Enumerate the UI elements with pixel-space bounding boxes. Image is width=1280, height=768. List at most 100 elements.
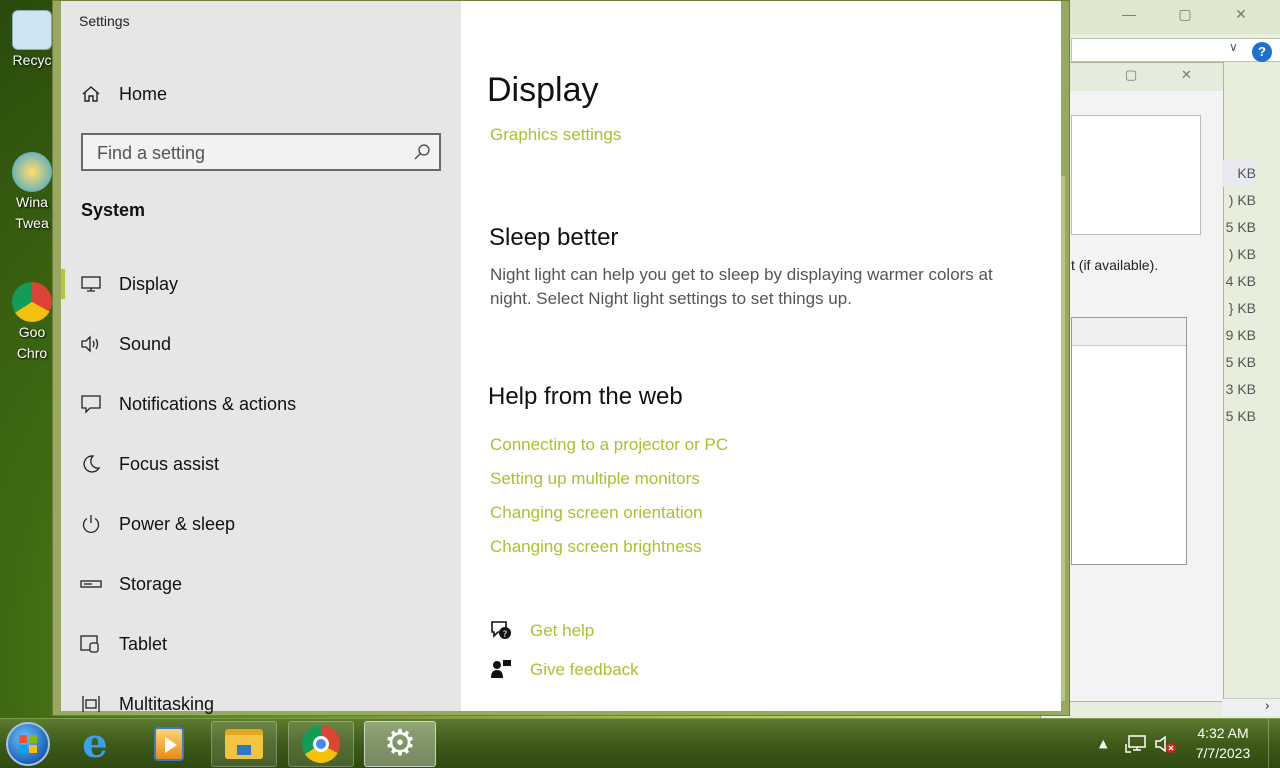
file-size: 5 KB <box>1225 219 1256 235</box>
chrome-icon <box>12 282 52 322</box>
file-size: 3 KB <box>1225 381 1256 397</box>
nav-item-label: Tablet <box>119 633 168 654</box>
give-feedback-link[interactable]: Give feedback <box>530 660 639 680</box>
desktop-icon-label: Recyc <box>12 52 52 68</box>
desktop-icon-label: Wina Twea <box>15 194 49 231</box>
volume-muted-icon[interactable] <box>1154 734 1178 754</box>
sleep-better-text: Night light can help you get to sleep by… <box>490 265 993 308</box>
help-link-projector[interactable]: Connecting to a projector or PC <box>490 435 728 455</box>
section-heading: System <box>81 200 146 220</box>
nav-item-label: Multitasking <box>119 693 215 714</box>
settings-gear-icon: ⚙ <box>383 723 417 764</box>
file-explorer-icon <box>225 729 263 759</box>
file-size: ) KB <box>1228 246 1256 262</box>
nav-home-label: Home <box>119 83 168 104</box>
get-help-icon: ? <box>491 621 511 640</box>
show-desktop-button[interactable] <box>1268 719 1280 768</box>
system-clock[interactable]: 4:32 AM 7/7/2023 <box>1186 723 1260 763</box>
nav-home[interactable]: Home <box>61 71 461 117</box>
help-from-web-heading: Help from the web <box>488 383 683 410</box>
taskbar-chrome[interactable] <box>288 721 354 767</box>
graphics-settings-link[interactable]: Graphics settings <box>490 125 621 145</box>
media-player-icon <box>154 727 184 761</box>
nav-item-label: Sound <box>119 333 172 354</box>
multitasking-icon <box>61 694 121 714</box>
nav-item-power-sleep[interactable]: Power & sleep <box>61 501 461 547</box>
maximize-icon[interactable]: ▢ <box>1165 6 1205 26</box>
settings-content: Display Graphics settings Sleep better N… <box>461 1 1061 711</box>
taskbar-media-player[interactable] <box>136 721 202 767</box>
file-size: KB <box>1222 160 1256 187</box>
nav-item-focus-assist[interactable]: Focus assist <box>61 441 461 487</box>
taskbar-file-explorer[interactable] <box>211 721 277 767</box>
chrome-icon <box>302 725 340 763</box>
nav-item-label: Notifications & actions <box>119 393 297 414</box>
nav-item-display[interactable]: Display <box>61 261 461 307</box>
maximize-icon[interactable]: ▢ <box>1125 67 1137 83</box>
nav-item-storage[interactable]: Storage <box>61 561 461 607</box>
help-link-screen-orientation[interactable]: Changing screen orientation <box>490 503 703 523</box>
help-link-screen-brightness[interactable]: Changing screen brightness <box>490 537 702 557</box>
chevron-right-icon[interactable]: › <box>1265 699 1270 714</box>
dialog-list <box>1071 317 1187 565</box>
taskbar-settings[interactable]: ⚙ <box>364 721 436 767</box>
show-hidden-icons-icon[interactable]: ▲ <box>1099 737 1107 750</box>
chevron-down-icon[interactable]: ∨ <box>1229 40 1238 54</box>
file-size: 5 KB <box>1225 354 1256 370</box>
get-help-link[interactable]: Get help <box>530 621 594 641</box>
desktop-icon-winaero-tweaker[interactable]: Wina Twea <box>6 152 58 234</box>
storage-icon <box>61 578 121 590</box>
nav-item-tablet[interactable]: Tablet <box>61 621 461 667</box>
help-link-multiple-monitors[interactable]: Setting up multiple monitors <box>490 469 700 489</box>
nav-item-notifications[interactable]: Notifications & actions <box>61 381 461 427</box>
file-size: ) KB <box>1228 192 1256 208</box>
nav-item-label: Display <box>119 273 179 294</box>
file-size-column: KB ) KB 5 KB ) KB 4 KB } KB 9 KB 5 KB 3 … <box>1222 160 1256 430</box>
sleep-better-heading: Sleep better <box>489 224 619 251</box>
nav-item-label: Storage <box>119 573 183 594</box>
winaero-tweaker-icon <box>12 152 52 192</box>
notification-icon <box>61 394 121 414</box>
taskbar: e ⚙ ▲ 4:32 AM 7/7/2023 <box>0 718 1280 768</box>
nav-item-label: Power & sleep <box>119 513 236 534</box>
search-icon <box>414 144 430 160</box>
horizontal-scrollbar[interactable]: › <box>1222 698 1280 716</box>
power-icon <box>61 514 121 534</box>
network-icon[interactable] <box>1125 734 1147 754</box>
settings-sidebar: Settings Home Find a setting System Disp… <box>61 1 461 714</box>
file-size: 4 KB <box>1225 273 1256 289</box>
background-dialog: ▢ ✕ t (if available). <box>1060 62 1224 702</box>
search-input[interactable]: Find a setting <box>81 133 441 171</box>
file-size: } KB <box>1228 300 1256 316</box>
give-feedback-icon <box>491 660 511 678</box>
active-indicator <box>61 269 65 299</box>
file-size: 5 KB <box>1225 408 1256 424</box>
dialog-titlebar: ▢ ✕ <box>1061 63 1223 91</box>
address-bar[interactable] <box>1071 38 1280 62</box>
help-icon[interactable]: ? <box>1252 42 1272 62</box>
file-size: 9 KB <box>1225 327 1256 343</box>
close-icon[interactable]: ✕ <box>1221 6 1261 26</box>
internet-explorer-icon: e <box>82 720 108 767</box>
minimize-icon[interactable]: — <box>1109 6 1149 26</box>
desktop-icon-label: Goo Chro <box>16 324 48 361</box>
nav-item-sound[interactable]: Sound <box>61 321 461 367</box>
background-window-titlebar: — ▢ ✕ <box>1041 0 1280 34</box>
desktop-icon-recycle-bin[interactable]: Recyc <box>6 10 58 71</box>
start-button[interactable] <box>6 722 50 766</box>
taskbar-internet-explorer[interactable]: e <box>62 721 128 767</box>
windows-logo-icon <box>19 735 37 753</box>
moon-icon <box>61 454 121 474</box>
home-icon <box>61 84 121 104</box>
dialog-panel <box>1071 115 1201 235</box>
monitor-icon <box>61 275 121 293</box>
search-placeholder: Find a setting <box>97 143 206 163</box>
settings-window: Settings Home Find a setting System Disp… <box>52 0 1070 716</box>
desktop-icon-google-chrome[interactable]: Goo Chro <box>6 282 58 364</box>
page-title: Display <box>487 71 599 109</box>
nav-item-label: Focus assist <box>119 453 220 474</box>
tablet-icon <box>61 634 121 654</box>
close-icon[interactable]: ✕ <box>1181 67 1192 83</box>
content-scrollbar[interactable] <box>1061 176 1065 701</box>
recycle-bin-icon <box>12 10 52 50</box>
